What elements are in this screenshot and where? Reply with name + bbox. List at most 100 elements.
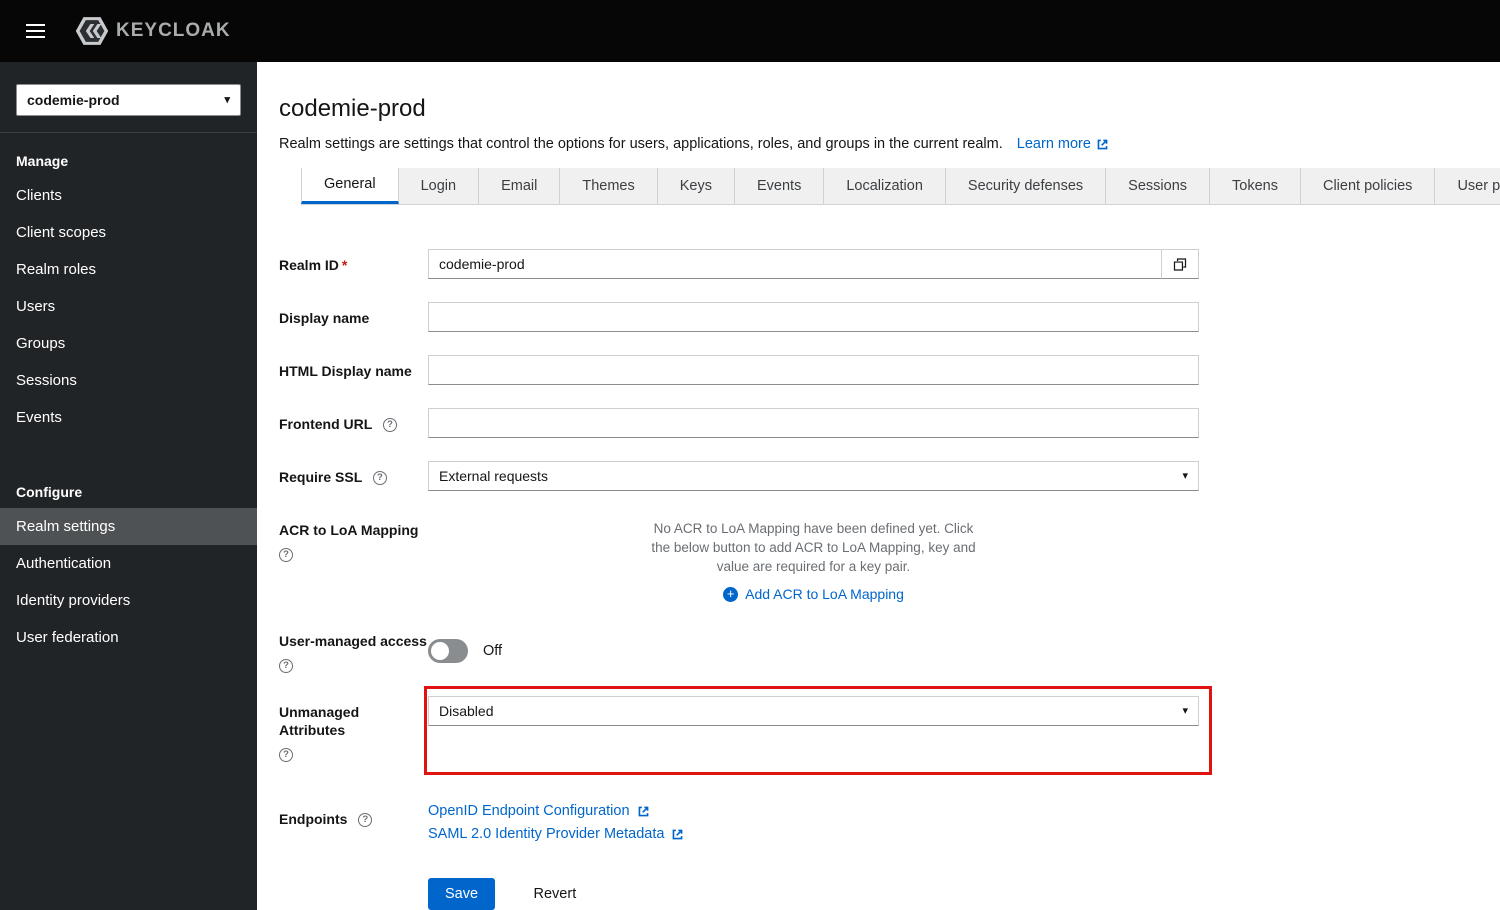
external-link-icon (638, 806, 648, 816)
nav-section-manage: Manage Clients Client scopes Realm roles… (0, 133, 257, 436)
tab-security-defenses[interactable]: Security defenses (945, 168, 1107, 204)
nav-section-configure-title: Configure (16, 484, 83, 500)
tab-bar: General Login Email Themes Keys Events L… (301, 168, 1500, 205)
require-ssl-select[interactable]: External requests ▾ (428, 461, 1199, 491)
user-managed-access-label: User-managed access ? (279, 625, 428, 673)
app-header: KEYCLOAK (0, 0, 1500, 62)
endpoints-label: Endpoints ? (279, 803, 428, 849)
add-acr-loa-mapping-link[interactable]: + Add ACR to LoA Mapping (428, 586, 1199, 602)
sidebar-item-user-federation[interactable]: User federation (0, 619, 257, 656)
tab-tokens[interactable]: Tokens (1210, 168, 1301, 204)
tab-email[interactable]: Email (479, 168, 561, 204)
tab-general[interactable]: General (301, 168, 399, 204)
html-display-name-row: HTML Display name (279, 355, 1500, 385)
sidebar-item-identity-providers[interactable]: Identity providers (0, 582, 257, 619)
endpoints-label-text: Endpoints (279, 811, 348, 827)
tab-sessions[interactable]: Sessions (1106, 168, 1211, 204)
copy-icon (1173, 257, 1187, 271)
learn-more-label: Learn more (1016, 136, 1091, 152)
require-ssl-label-text: Require SSL (279, 469, 362, 485)
realm-selector-value: codemie-prod (27, 92, 120, 108)
keycloak-logo: KEYCLOAK (75, 16, 231, 46)
external-link-icon (1097, 139, 1108, 149)
unmanaged-attributes-label: Unmanaged Attributes ? (279, 696, 428, 762)
display-name-label: Display name (279, 310, 370, 326)
tab-localization[interactable]: Localization (824, 168, 946, 204)
display-name-row: Display name (279, 302, 1500, 332)
acr-loa-mapping-label-text: ACR to LoA Mapping (279, 522, 419, 538)
tab-client-policies[interactable]: Client policies (1300, 168, 1436, 204)
main-content: codemie-prod Realm settings are settings… (257, 62, 1500, 910)
openid-endpoint-configuration-label: OpenID Endpoint Configuration (428, 803, 630, 819)
realm-id-input[interactable] (428, 249, 1162, 279)
tab-events[interactable]: Events (734, 168, 825, 204)
acr-empty-state-text: No ACR to LoA Mapping have been defined … (651, 521, 976, 574)
html-display-name-input[interactable] (428, 355, 1199, 385)
saml-metadata-link[interactable]: SAML 2.0 Identity Provider Metadata (428, 826, 1199, 842)
realm-id-row: Realm ID * (279, 249, 1500, 279)
html-display-name-label: HTML Display name (279, 363, 412, 379)
sidebar-item-authentication[interactable]: Authentication (0, 545, 257, 582)
openid-endpoint-configuration-link[interactable]: OpenID Endpoint Configuration (428, 803, 1199, 819)
required-indicator: * (341, 257, 348, 273)
help-icon[interactable]: ? (279, 748, 293, 762)
hamburger-icon (26, 24, 45, 38)
sidebar-item-sessions[interactable]: Sessions (0, 362, 257, 399)
hamburger-menu-button[interactable] (14, 14, 57, 48)
keycloak-logo-text: KEYCLOAK (116, 20, 231, 41)
require-ssl-value: External requests (439, 468, 548, 484)
user-managed-access-toggle[interactable] (428, 638, 468, 663)
require-ssl-label: Require SSL ? (279, 461, 428, 491)
require-ssl-row: Require SSL ? External requests ▾ (279, 461, 1500, 491)
caret-down-icon: ▾ (1182, 469, 1188, 482)
sidebar: codemie-prod ▾ Manage Clients Client sco… (0, 62, 257, 910)
help-icon[interactable]: ? (279, 548, 293, 562)
save-button[interactable]: Save (428, 878, 496, 910)
page-title: codemie-prod (279, 95, 426, 122)
external-link-icon (673, 829, 683, 839)
frontend-url-row: Frontend URL ? (279, 408, 1500, 438)
copy-button[interactable] (1161, 249, 1199, 279)
toggle-knob (431, 641, 449, 660)
form-actions-row: Save Revert (279, 878, 1500, 910)
sidebar-item-client-scopes[interactable]: Client scopes (0, 214, 257, 251)
help-icon[interactable]: ? (358, 813, 373, 828)
frontend-url-input[interactable] (428, 408, 1199, 438)
actions-spacer (279, 878, 428, 910)
frontend-url-label: Frontend URL ? (279, 408, 428, 438)
sidebar-item-realm-roles[interactable]: Realm roles (0, 251, 257, 288)
display-name-input[interactable] (428, 302, 1199, 332)
tab-user-profile[interactable]: User profile (1435, 168, 1500, 204)
realm-settings-form: Realm ID* Display name (279, 249, 1500, 910)
endpoints-row: Endpoints ? OpenID Endpoint Configuratio… (279, 803, 1500, 849)
tab-themes[interactable]: Themes (560, 168, 658, 204)
sidebar-item-groups[interactable]: Groups (0, 325, 257, 362)
realm-selector[interactable]: codemie-prod ▾ (16, 84, 241, 116)
saml-metadata-label: SAML 2.0 Identity Provider Metadata (428, 826, 665, 842)
tab-login[interactable]: Login (398, 168, 480, 204)
user-managed-access-state: Off (483, 642, 503, 659)
tab-keys[interactable]: Keys (657, 168, 735, 204)
page-description-row: Realm settings are settings that control… (279, 136, 1500, 152)
user-managed-access-row: User-managed access ? Off (279, 625, 1500, 673)
help-icon[interactable]: ? (372, 471, 387, 486)
sidebar-item-clients[interactable]: Clients (0, 177, 257, 214)
realm-id-label: Realm ID * (279, 249, 428, 279)
unmanaged-attributes-row: Unmanaged Attributes ? Disabled ▾ (279, 686, 1500, 775)
nav-section-configure: Configure Realm settings Authentication … (0, 464, 257, 656)
unmanaged-attributes-select[interactable]: Disabled ▾ (428, 696, 1199, 726)
page-description: Realm settings are settings that control… (279, 136, 1003, 152)
learn-more-link[interactable]: Learn more (1017, 136, 1109, 152)
revert-button[interactable]: Revert (528, 885, 583, 903)
user-managed-access-label-text: User-managed access (279, 633, 427, 649)
plus-circle-icon: + (723, 586, 739, 602)
help-icon[interactable]: ? (382, 418, 397, 433)
acr-loa-mapping-row: ACR to LoA Mapping ? No ACR to LoA Mappi… (279, 514, 1500, 602)
help-icon[interactable]: ? (279, 659, 293, 673)
caret-down-icon: ▾ (1182, 704, 1188, 717)
sidebar-item-events[interactable]: Events (0, 399, 257, 436)
sidebar-item-users[interactable]: Users (0, 288, 257, 325)
unmanaged-attributes-value: Disabled (439, 703, 494, 719)
sidebar-item-realm-settings[interactable]: Realm settings (0, 508, 257, 545)
realm-selector-area: codemie-prod ▾ (0, 62, 257, 133)
